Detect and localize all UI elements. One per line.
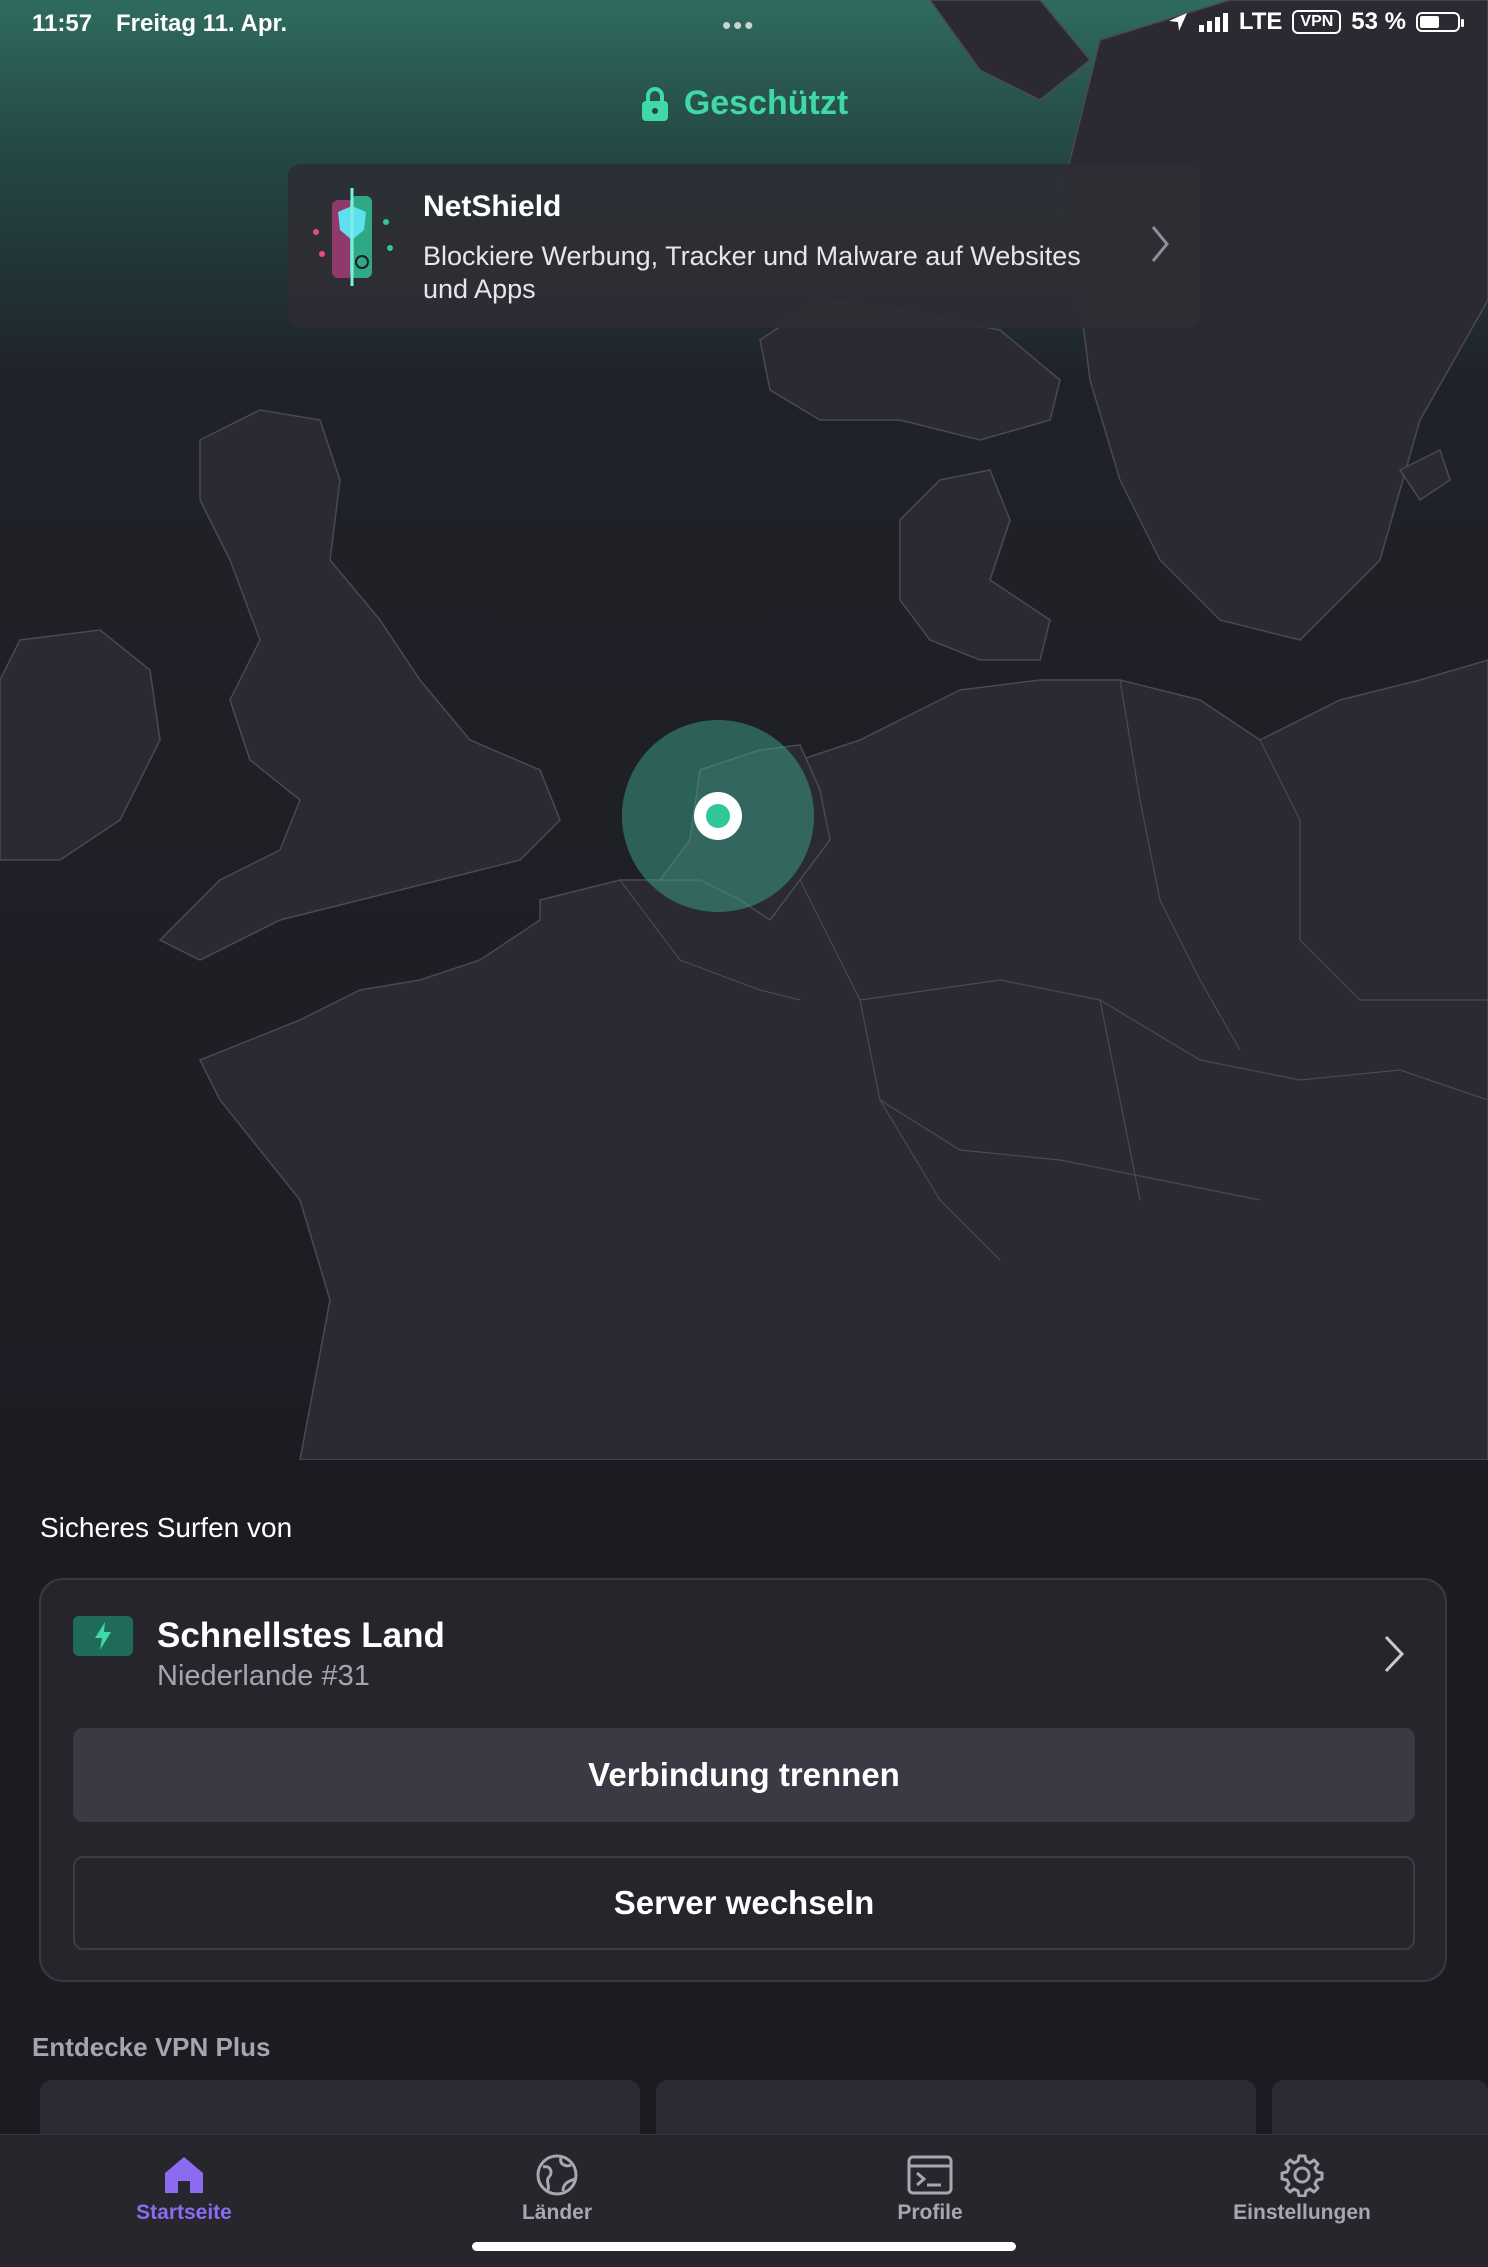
- netshield-shield-icon: [313, 188, 393, 286]
- battery-percent: 53 %: [1351, 8, 1406, 35]
- battery-icon: [1416, 12, 1464, 32]
- fastest-bolt-icon: [73, 1616, 133, 1656]
- tab-label: Profile: [897, 2201, 963, 2224]
- multitasking-dots-icon[interactable]: •••: [722, 10, 755, 41]
- switch-server-button[interactable]: Server wechseln: [73, 1856, 1415, 1950]
- discover-heading: Entdecke VPN Plus: [32, 2032, 271, 2062]
- globe-icon: [536, 2154, 578, 2196]
- network-type: LTE: [1238, 8, 1283, 35]
- location-pin-dot: [706, 804, 730, 828]
- vpn-badge: VPN: [1292, 10, 1342, 34]
- connection-status: Geschützt: [0, 84, 1488, 123]
- tab-label: Einstellungen: [1233, 2201, 1371, 2224]
- connection-status-label: Geschützt: [683, 84, 849, 122]
- lock-icon: [641, 86, 668, 121]
- server-subtitle: Niederlande #31: [157, 1660, 370, 1692]
- netshield-banner[interactable]: NetShield Blockiere Werbung, Tracker und…: [288, 164, 1200, 328]
- status-indicators: LTE VPN 53 %: [1167, 8, 1464, 36]
- tab-label: Startseite: [136, 2201, 232, 2224]
- tab-countries[interactable]: Länder: [437, 2149, 677, 2225]
- disconnect-button[interactable]: Verbindung trennen: [73, 1728, 1415, 1822]
- tab-label: Länder: [521, 2201, 592, 2224]
- home-indicator[interactable]: [472, 2242, 1016, 2251]
- location-arrow-icon: [1168, 13, 1187, 31]
- status-time: 11:57: [32, 10, 93, 37]
- netshield-title: NetShield: [423, 190, 562, 223]
- secure-surfing-label: Sicheres Surfen von: [40, 1512, 293, 1543]
- connection-card: Schnellstes Land Niederlande #31 Verbind…: [39, 1578, 1447, 1982]
- terminal-icon: [907, 2155, 953, 2195]
- server-title[interactable]: Schnellstes Land: [157, 1616, 445, 1656]
- netshield-description: Blockiere Werbung, Tracker und Malware a…: [423, 241, 1081, 304]
- tab-profiles[interactable]: Profile: [810, 2149, 1050, 2225]
- tab-home[interactable]: Startseite: [64, 2149, 304, 2225]
- tab-settings[interactable]: Einstellungen: [1182, 2149, 1422, 2225]
- status-bar: 11:57 Freitag 11. Apr. ••• LTE VPN 53 %: [0, 0, 1488, 48]
- status-date: Freitag 11. Apr.: [116, 10, 288, 37]
- chevron-right-icon: [1151, 226, 1169, 262]
- signal-icon: [1198, 13, 1228, 32]
- home-icon: [165, 2157, 203, 2193]
- gear-icon: [1280, 2154, 1324, 2197]
- chevron-right-icon[interactable]: [1383, 1634, 1405, 1674]
